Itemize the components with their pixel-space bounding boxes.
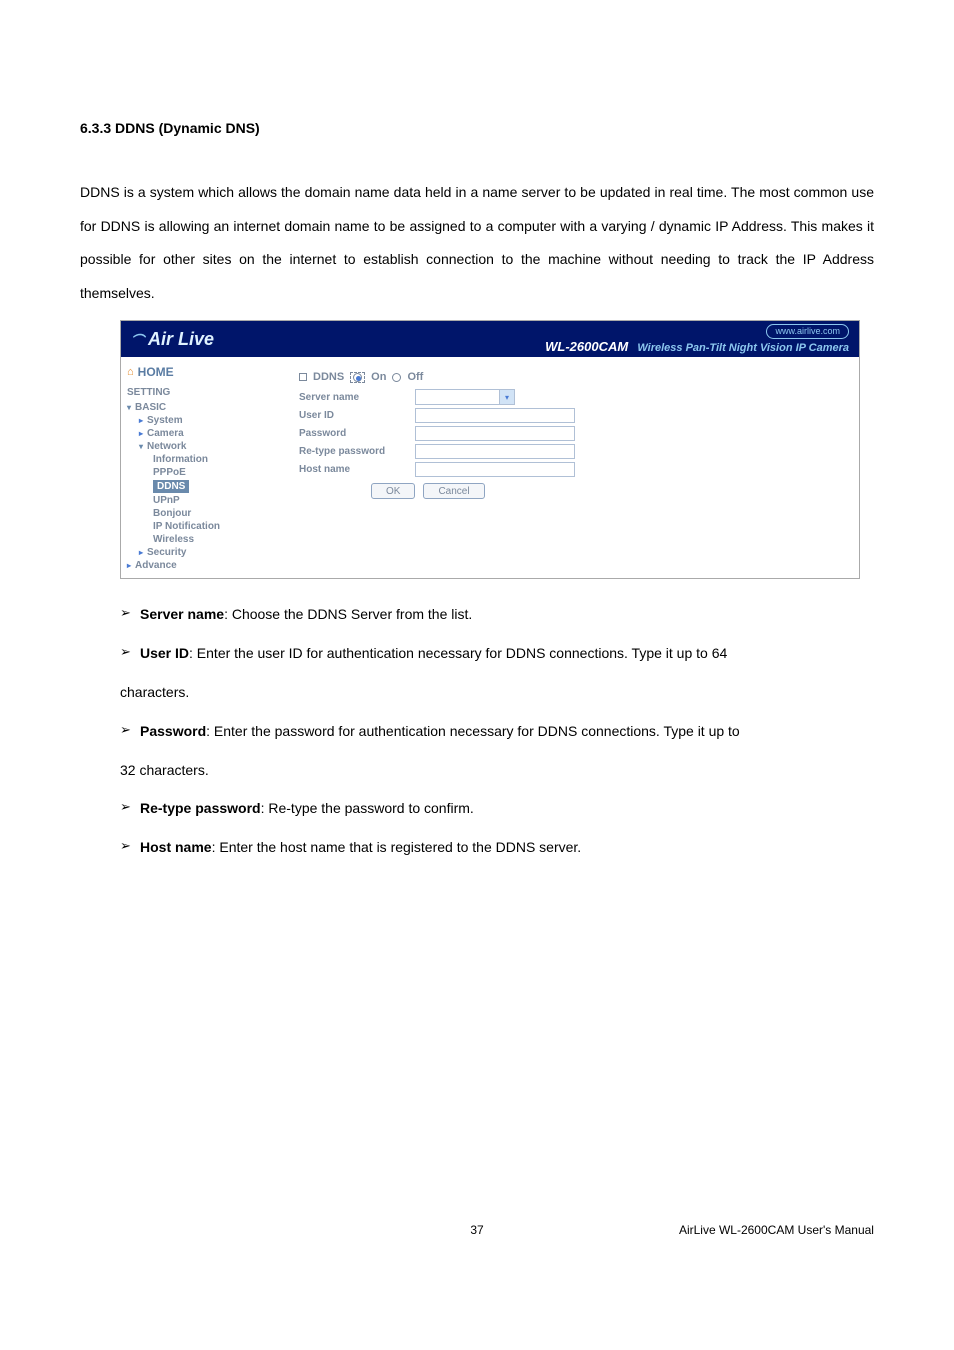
chevron-down-icon: ▾: [139, 442, 143, 451]
page-footer: 37 AirLive WL-2600CAM User's Manual: [80, 1223, 874, 1237]
chevron-right-icon: ▸: [127, 561, 131, 570]
sidebar-ddns-label: DDNS: [153, 480, 189, 493]
square-icon: [299, 373, 307, 381]
sidebar-wireless[interactable]: Wireless: [127, 533, 265, 546]
logo-text: Air Live: [148, 329, 214, 350]
section-heading: 6.3.3 DDNS (Dynamic DNS): [80, 120, 874, 136]
chevron-right-icon: ▸: [139, 429, 143, 438]
bullet-user-id: ➢ User ID: Enter the user ID for authent…: [120, 638, 874, 669]
sidebar-security[interactable]: ▸ Security: [127, 546, 265, 559]
user-id-label: User ID: [299, 410, 409, 421]
form-panel: DDNS On Off Server name ▾ User ID: [271, 357, 859, 578]
chevron-right-icon: ▸: [139, 548, 143, 557]
retype-password-label: Re-type password: [299, 446, 409, 457]
bullet-retype: ➢ Re-type password: Re-type the password…: [120, 793, 874, 824]
bullet-arrow-icon: ➢: [120, 716, 132, 745]
settings-screenshot: ⌒ Air Live www.airlive.com WL-2600CAM Wi…: [120, 320, 860, 579]
sidebar-information[interactable]: Information: [127, 453, 265, 466]
header-url: www.airlive.com: [766, 324, 849, 339]
chevron-down-icon: ▾: [499, 390, 514, 404]
sidebar-ddns[interactable]: DDNS: [127, 479, 265, 494]
ok-button[interactable]: OK: [371, 483, 415, 499]
host-name-label: Host name: [299, 464, 409, 475]
header-model: WL-2600CAM: [545, 339, 628, 354]
password-input[interactable]: [415, 426, 575, 441]
bullet-server-name: ➢ Server name: Choose the DDNS Server fr…: [120, 599, 874, 630]
sidebar-network-label: Network: [147, 441, 186, 452]
sidebar: ⌂ HOME SETTING ▾ BASIC ▸ System ▸ Camera: [121, 357, 271, 578]
on-label: On: [371, 371, 386, 383]
sidebar-bonjour[interactable]: Bonjour: [127, 507, 265, 520]
sidebar-home[interactable]: ⌂ HOME: [127, 365, 265, 379]
ddns-toggle-row: DDNS On Off: [299, 371, 849, 383]
bullet-host-name: ➢ Host name: Enter the host name that is…: [120, 832, 874, 863]
home-icon: ⌂: [127, 366, 134, 378]
logo: ⌒ Air Live: [131, 329, 214, 350]
logo-arc-icon: ⌒: [131, 330, 144, 349]
header-desc: Wireless Pan-Tilt Night Vision IP Camera: [637, 342, 849, 354]
password-label: Password: [299, 428, 409, 439]
server-name-select[interactable]: ▾: [415, 389, 515, 405]
retype-password-input[interactable]: [415, 444, 575, 459]
host-name-input[interactable]: [415, 462, 575, 477]
sidebar-upnp[interactable]: UPnP: [127, 494, 265, 507]
cancel-button[interactable]: Cancel: [423, 483, 484, 499]
intro-paragraph: DDNS is a system which allows the domain…: [80, 176, 874, 310]
ddns-off-radio[interactable]: [392, 373, 401, 382]
bullet-password: ➢ Password: Enter the password for authe…: [120, 716, 874, 747]
sidebar-network[interactable]: ▾ Network: [127, 440, 265, 453]
sidebar-system-label: System: [147, 415, 183, 426]
bullet-user-id-cont: characters.: [120, 677, 874, 708]
sidebar-setting-label: SETTING: [127, 387, 265, 398]
ddns-on-radio[interactable]: [350, 372, 365, 383]
field-descriptions: ➢ Server name: Choose the DDNS Server fr…: [80, 599, 874, 863]
sidebar-advance-label: Advance: [135, 560, 177, 571]
chevron-right-icon: ▸: [139, 416, 143, 425]
server-name-label: Server name: [299, 392, 409, 403]
header-right: www.airlive.com WL-2600CAM Wireless Pan-…: [545, 324, 849, 355]
bullet-arrow-icon: ➢: [120, 638, 132, 667]
bullet-arrow-icon: ➢: [120, 793, 132, 822]
ddns-label: DDNS: [313, 371, 344, 383]
sidebar-basic[interactable]: ▾ BASIC: [127, 401, 265, 414]
footer-right: AirLive WL-2600CAM User's Manual: [556, 1223, 874, 1237]
sidebar-pppoe[interactable]: PPPoE: [127, 466, 265, 479]
sidebar-advance[interactable]: ▸ Advance: [127, 559, 265, 572]
radio-on-icon: [353, 373, 362, 382]
off-label: Off: [407, 371, 423, 383]
user-id-input[interactable]: [415, 408, 575, 423]
sidebar-home-label: HOME: [138, 365, 174, 379]
sidebar-security-label: Security: [147, 547, 186, 558]
bullet-password-cont: 32 characters.: [120, 755, 874, 786]
sidebar-camera-label: Camera: [147, 428, 184, 439]
sidebar-system[interactable]: ▸ System: [127, 414, 265, 427]
chevron-down-icon: ▾: [127, 403, 131, 412]
app-header: ⌒ Air Live www.airlive.com WL-2600CAM Wi…: [121, 321, 859, 357]
bullet-arrow-icon: ➢: [120, 599, 132, 628]
page-number: 37: [398, 1223, 557, 1237]
sidebar-basic-label: BASIC: [135, 402, 166, 413]
bullet-arrow-icon: ➢: [120, 832, 132, 861]
sidebar-camera[interactable]: ▸ Camera: [127, 427, 265, 440]
sidebar-ipnotification[interactable]: IP Notification: [127, 520, 265, 533]
